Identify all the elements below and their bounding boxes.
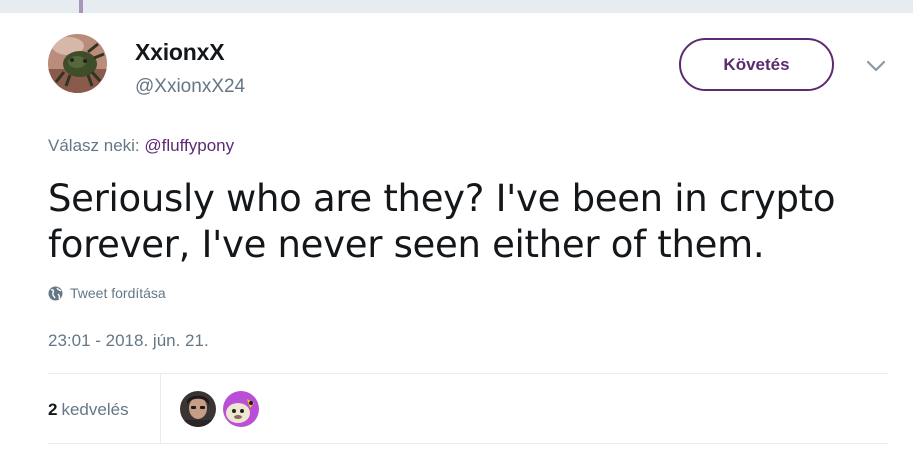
tweet-text: Seriously who are they? I've been in cry…: [48, 177, 836, 266]
author-avatar[interactable]: [48, 34, 107, 93]
stats-divider-bottom: [48, 443, 888, 444]
tweet-permalink: XxionxX @XxionxX24 Követés Válasz neki: …: [0, 13, 913, 450]
chevron-down-icon: [866, 60, 886, 72]
reply-context: Válasz neki: @fluffypony: [48, 136, 234, 156]
likes-count[interactable]: 2 kedvelés: [48, 400, 129, 420]
liker-avatar[interactable]: [180, 391, 216, 427]
translate-tweet-link[interactable]: Tweet fordítása: [48, 285, 166, 301]
more-options-button[interactable]: [864, 58, 888, 74]
stats-separator: [160, 374, 161, 443]
stats-divider-top: [48, 373, 888, 374]
translate-label: Tweet fordítása: [70, 285, 166, 301]
follow-button[interactable]: Követés: [679, 38, 834, 91]
reply-mention-link[interactable]: @fluffypony: [144, 136, 234, 155]
globe-icon: [48, 286, 63, 300]
timeline-background: [0, 0, 913, 13]
liker-avatar[interactable]: [223, 391, 259, 427]
author-name[interactable]: XxionxX: [135, 39, 225, 66]
author-handle[interactable]: @XxionxX24: [135, 76, 245, 98]
tweet-timestamp: 23:01 - 2018. jún. 21.: [48, 331, 209, 350]
likes-label: kedvelés: [61, 400, 129, 419]
reply-prefix: Válasz neki:: [48, 136, 140, 155]
likes-number: 2: [48, 400, 58, 419]
